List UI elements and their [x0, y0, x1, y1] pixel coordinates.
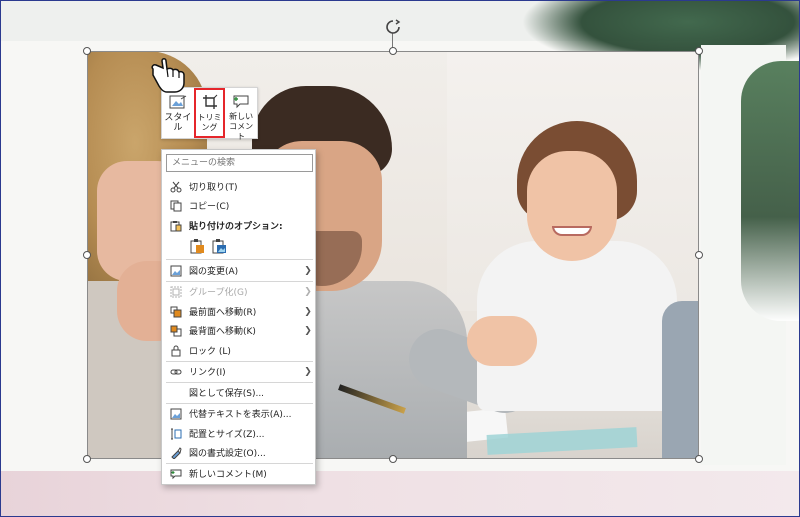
- scissors-icon: [163, 181, 189, 193]
- resize-handle-top-right[interactable]: [695, 47, 703, 55]
- rotate-handle-icon[interactable]: [384, 19, 402, 37]
- menu-item-cut[interactable]: 切り取り(T): [163, 177, 314, 196]
- menu-item-new-comment[interactable]: 新しいコメント(M): [163, 464, 314, 483]
- submenu-arrow-icon: ❯: [304, 265, 312, 276]
- format-picture-icon: [163, 446, 189, 459]
- lock-icon: [163, 345, 189, 357]
- menu-item-bring-to-front[interactable]: 最前面へ移動(R) ❯: [163, 302, 314, 321]
- paste-options-label: 貼り付けのオプション:: [189, 222, 283, 232]
- resize-handle-bottom-right[interactable]: [695, 455, 703, 463]
- picture-style-icon: [169, 94, 187, 110]
- new-comment-menu-label: 新しいコメント(M): [189, 470, 267, 480]
- hand-cursor-icon: [149, 55, 195, 95]
- new-comment-icon: [232, 94, 250, 109]
- menu-item-paste-options: 貼り付けのオプション:: [163, 216, 314, 235]
- menu-separator: [166, 259, 313, 260]
- link-label: リンク(I): [189, 368, 226, 378]
- new-comment-button[interactable]: 新しいコメント: [225, 88, 257, 141]
- menu-item-send-to-back[interactable]: 最背面へ移動(K) ❯: [163, 321, 314, 340]
- resize-handle-bottom[interactable]: [389, 455, 397, 463]
- paste-options-group: [189, 238, 227, 254]
- crop-button[interactable]: トリミング: [193, 88, 226, 138]
- link-icon: [163, 366, 189, 378]
- leaf-decoration-right: [741, 61, 799, 321]
- menu-item-lock[interactable]: ロック (L): [163, 341, 314, 360]
- menu-item-alt-text[interactable]: 代替テキストを表示(A)...: [163, 404, 314, 423]
- bring-to-front-icon: [163, 306, 189, 318]
- format-picture-label: 図の書式設定(O)...: [189, 449, 266, 459]
- bring-to-front-label: 最前面へ移動(R): [189, 308, 257, 318]
- crop-icon: [201, 94, 219, 110]
- change-picture-label: 図の変更(A): [189, 267, 239, 277]
- resize-handle-left[interactable]: [83, 251, 91, 259]
- alt-text-icon: [163, 408, 189, 420]
- paste-picture-icon[interactable]: [211, 238, 227, 254]
- copy-icon: [163, 200, 189, 212]
- paste-icon: [163, 220, 189, 232]
- resize-handle-bottom-left[interactable]: [83, 455, 91, 463]
- slide-bottom-band: [1, 471, 799, 516]
- menu-item-link[interactable]: リンク(I) ❯: [163, 362, 314, 381]
- resize-handle-right[interactable]: [695, 251, 703, 259]
- copy-label: コピー(C): [189, 202, 230, 212]
- size-position-icon: [163, 428, 189, 440]
- context-menu: 切り取り(T) コピー(C) 貼り付けのオプション: 図の変更(A) ❯ グ: [161, 149, 316, 485]
- cut-label: 切り取り(T): [189, 183, 238, 193]
- menu-item-size-position[interactable]: 配置とサイズ(Z)...: [163, 424, 314, 443]
- menu-item-change-picture[interactable]: 図の変更(A) ❯: [163, 261, 314, 280]
- change-picture-icon: [163, 265, 189, 277]
- style-button[interactable]: スタイル: [162, 88, 194, 138]
- group-label: グループ化(G): [189, 288, 248, 298]
- group-icon: [163, 286, 189, 298]
- menu-item-format-picture[interactable]: 図の書式設定(O)...: [163, 443, 314, 462]
- menu-search-input[interactable]: [166, 154, 313, 172]
- paste-keep-source-icon[interactable]: [189, 238, 205, 254]
- send-to-back-label: 最背面へ移動(K): [189, 327, 256, 337]
- send-to-back-icon: [163, 325, 189, 337]
- submenu-arrow-icon: ❯: [304, 366, 312, 377]
- crop-label: トリミング: [197, 113, 222, 132]
- size-position-label: 配置とサイズ(Z)...: [189, 430, 265, 440]
- menu-item-save-as-picture[interactable]: 図として保存(S)...: [163, 383, 314, 402]
- new-comment-label: 新しいコメント: [229, 112, 254, 141]
- lock-label: ロック (L): [189, 347, 231, 357]
- submenu-arrow-icon: ❯: [304, 286, 312, 297]
- resize-handle-top-left[interactable]: [83, 47, 91, 55]
- new-comment-icon: [163, 468, 189, 480]
- menu-item-copy[interactable]: コピー(C): [163, 196, 314, 215]
- submenu-arrow-icon: ❯: [304, 306, 312, 317]
- save-as-picture-label: 図として保存(S)...: [189, 389, 265, 399]
- resize-handle-top[interactable]: [389, 47, 397, 55]
- style-label: スタイル: [164, 113, 192, 133]
- menu-item-group: グループ化(G) ❯: [163, 282, 314, 301]
- submenu-arrow-icon: ❯: [304, 325, 312, 336]
- alt-text-label: 代替テキストを表示(A)...: [189, 410, 292, 420]
